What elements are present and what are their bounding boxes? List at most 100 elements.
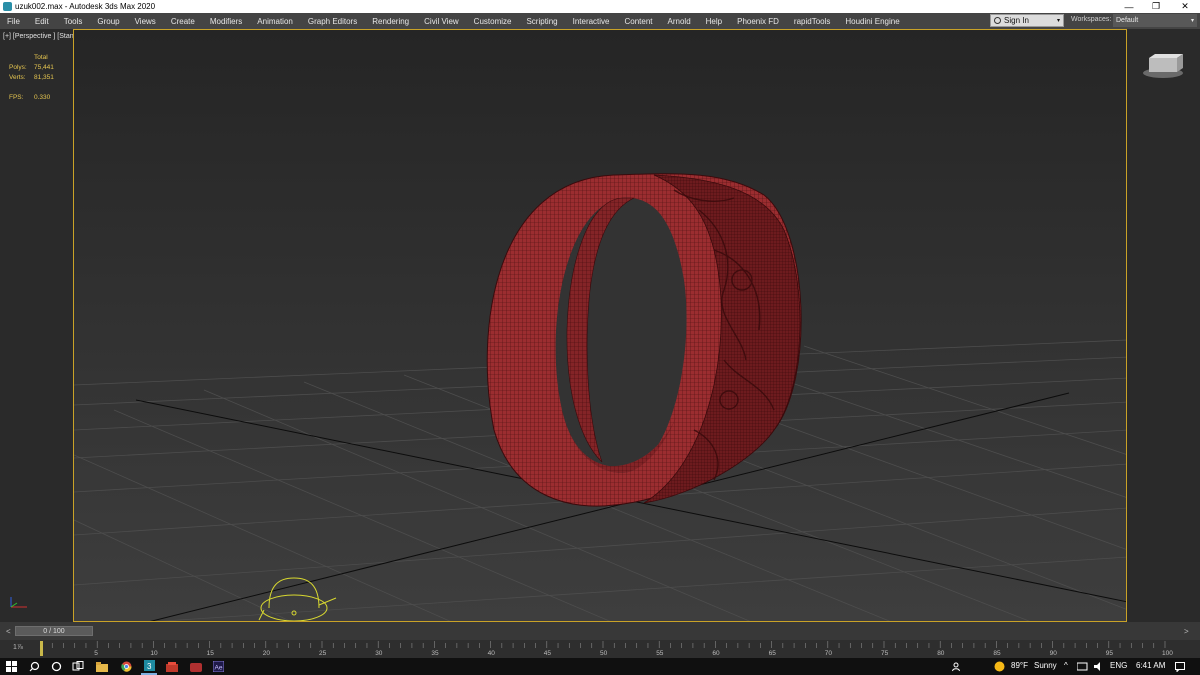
- notifications-icon[interactable]: [1173, 658, 1187, 675]
- track-tick-label: 15: [207, 650, 215, 657]
- workspace-value: Default: [1116, 17, 1139, 24]
- track-tick-label: 60: [712, 650, 720, 657]
- maximize-button[interactable]: ❐: [1143, 0, 1169, 13]
- stats-polys-label: Polys:: [9, 64, 27, 71]
- chrome-icon[interactable]: [118, 658, 134, 675]
- weather-temperature: 89°F: [1011, 661, 1028, 670]
- current-frame-marker[interactable]: [40, 641, 43, 656]
- right-panel: [1127, 29, 1200, 622]
- track-tick-label: 75: [881, 650, 889, 657]
- menu-arnold[interactable]: Arnold: [661, 17, 699, 26]
- search-icon[interactable]: [26, 658, 42, 675]
- menu-houdini-engine[interactable]: Houdini Engine: [838, 17, 907, 26]
- axis-tripod-icon: [10, 597, 27, 608]
- workspaces-label: Workspaces:: [1071, 16, 1112, 23]
- track-tick-label: 65: [769, 650, 777, 657]
- volume-icon[interactable]: [1093, 658, 1105, 675]
- track-tick-label: 35: [431, 650, 439, 657]
- cortana-icon[interactable]: [48, 658, 64, 675]
- track-tick-label: 55: [656, 650, 664, 657]
- viewport-scene: [74, 173, 1126, 621]
- menu-scripting[interactable]: Scripting: [519, 17, 565, 26]
- frame-indicator: 1⅞: [13, 644, 23, 651]
- perspective-viewport[interactable]: [73, 29, 1127, 622]
- windows-taskbar: 3 Ae 89°F Sunny ^ ENG 6:41 AM: [0, 658, 1200, 675]
- sign-in-dropdown[interactable]: Sign In ▾: [990, 14, 1064, 27]
- language-indicator[interactable]: ENG: [1110, 661, 1127, 670]
- close-button[interactable]: ✕: [1172, 0, 1198, 13]
- svg-text:3: 3: [147, 662, 152, 671]
- weather-sun-icon: [992, 658, 1006, 675]
- menu-edit[interactable]: Edit: [28, 17, 57, 26]
- sign-in-label: Sign In: [1004, 16, 1029, 25]
- time-slider-thumb[interactable]: 0 / 100: [15, 626, 93, 636]
- chevron-down-icon: ▾: [1056, 18, 1060, 24]
- network-icon[interactable]: [1076, 658, 1088, 675]
- minimize-button[interactable]: —: [1116, 0, 1142, 13]
- menu-file[interactable]: File: [0, 17, 28, 26]
- task-view-icon[interactable]: [70, 658, 86, 675]
- track-bar[interactable]: 5 10 15 20 25 30 35 40 45 50 55 60 65 70 75 80 85 90 95 100…: [0, 640, 1200, 658]
- menu-views[interactable]: Views: [128, 17, 164, 26]
- menu-phoenix-fd[interactable]: Phoenix FD: [730, 17, 787, 26]
- chevron-down-icon: ▾: [1190, 18, 1194, 24]
- track-tick-label: 20: [263, 650, 271, 657]
- left-panel: [0, 29, 73, 622]
- menu-rendering[interactable]: Rendering: [365, 17, 417, 26]
- track-tick-label: 90: [1050, 650, 1058, 657]
- menu-create[interactable]: Create: [164, 17, 203, 26]
- menu-tools[interactable]: Tools: [57, 17, 91, 26]
- svg-text:Ae: Ae: [214, 665, 222, 672]
- menu-group[interactable]: Group: [90, 17, 127, 26]
- clock-time[interactable]: 6:41 AM: [1136, 661, 1165, 670]
- stats-fps-label: FPS:: [9, 94, 24, 101]
- stats-total-label: Total: [34, 54, 48, 61]
- menu-modifiers[interactable]: Modifiers: [203, 17, 250, 26]
- 3dsmax-icon[interactable]: 3: [141, 658, 157, 675]
- previous-frame-arrow[interactable]: <: [6, 627, 11, 636]
- workspaces-select[interactable]: Default ▾: [1113, 14, 1197, 27]
- windows-icon[interactable]: [3, 658, 19, 675]
- menu-animation[interactable]: Animation: [250, 17, 301, 26]
- menu-help[interactable]: Help: [699, 17, 730, 26]
- menu-content[interactable]: Content: [618, 17, 661, 26]
- next-frame-arrow[interactable]: >: [1184, 627, 1189, 636]
- menu-customize[interactable]: Customize: [467, 17, 520, 26]
- weather-condition: Sunny: [1034, 661, 1057, 670]
- track-tick-label: 70: [825, 650, 833, 657]
- track-tick-label: 10: [150, 650, 158, 657]
- menu-interactive[interactable]: Interactive: [566, 17, 618, 26]
- after-effects-icon[interactable]: Ae: [210, 658, 226, 675]
- tray-chevron-icon[interactable]: ^: [1064, 661, 1068, 670]
- stats-verts-label: Verts:: [9, 74, 26, 81]
- viewcube-icon[interactable]: [1141, 51, 1185, 79]
- menu-graph-editors[interactable]: Graph Editors: [301, 17, 365, 26]
- track-tick-label: 80: [937, 650, 945, 657]
- track-tick-label: 30: [375, 650, 383, 657]
- menu-rapidtools[interactable]: rapidTools: [787, 17, 838, 26]
- track-tick-label: 45: [544, 650, 552, 657]
- track-tick-label: 40: [488, 650, 496, 657]
- user-icon: [994, 17, 1001, 24]
- 3dsmax-app-icon: [3, 2, 12, 11]
- time-slider[interactable]: < 0 / 100 >: [0, 622, 1200, 640]
- track-tick-label: 95: [1106, 650, 1114, 657]
- menu-bar: File Edit Tools Group Views Create Modif…: [0, 13, 1200, 29]
- title-bar: uzuk002.max - Autodesk 3ds Max 2020 — ❐ …: [0, 0, 1200, 13]
- stats-verts-value: 81,351: [34, 74, 54, 81]
- stats-fps-value: 0.330: [34, 94, 51, 101]
- track-bar-ruler: 5 10 15 20 25 30 35 40 45 50 55 60 65 70 75 80 85 90 95 100: [40, 641, 1173, 657]
- viewport-statistics: Total Polys: 75,441 Verts: 81,351 FPS: 0.33…: [9, 53, 54, 103]
- track-tick-label: 5: [94, 650, 98, 657]
- track-tick-label: 85: [993, 650, 1001, 657]
- window-title: uzuk002.max - Autodesk 3ds Max 2020: [15, 2, 156, 11]
- track-tick-label: 100: [1162, 650, 1173, 657]
- app-icon-red-2[interactable]: [188, 658, 204, 675]
- track-tick-label: 25: [319, 650, 327, 657]
- menu-civil-view[interactable]: Civil View: [417, 17, 467, 26]
- app-icon-red-1[interactable]: [164, 658, 180, 675]
- people-icon[interactable]: [950, 658, 964, 675]
- stats-polys-value: 75,441: [34, 64, 54, 71]
- track-tick-label: 50: [600, 650, 608, 657]
- file-explorer-icon[interactable]: [94, 658, 110, 675]
